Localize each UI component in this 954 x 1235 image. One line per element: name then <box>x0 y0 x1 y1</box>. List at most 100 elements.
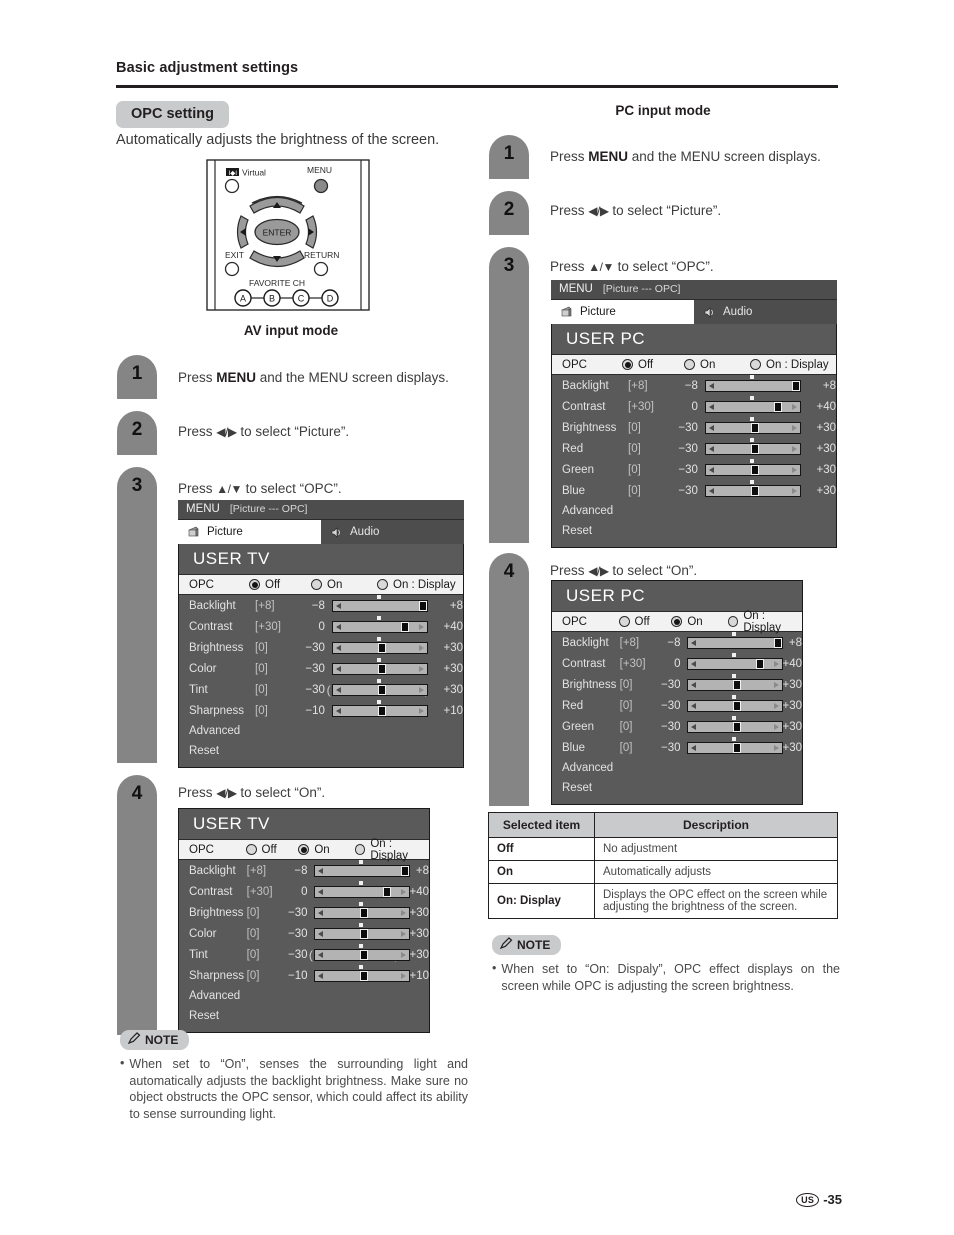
opc-option-on-display[interactable]: On : Display <box>727 610 802 634</box>
osd-advanced-item[interactable]: Advanced <box>552 758 802 778</box>
slider-right-arrow-icon[interactable] <box>792 488 798 494</box>
slider-bar[interactable] <box>332 663 429 675</box>
osd-slider-row[interactable]: Contrast [+30] 0 +40 <box>179 616 463 637</box>
opc-row[interactable]: OPC Off On On : Display <box>552 610 802 634</box>
slider-handle[interactable] <box>733 701 742 711</box>
slider-left-arrow-icon[interactable] <box>318 868 324 874</box>
tab-audio[interactable]: Audio <box>694 300 837 324</box>
osd-slider-row[interactable]: Sharpness [0] −10 +10 <box>179 965 429 986</box>
osd-reset-item[interactable]: Reset <box>179 741 463 761</box>
opc-option-on[interactable]: On <box>671 616 728 628</box>
slider-right-arrow-icon[interactable] <box>401 973 407 979</box>
opc-option-on-display[interactable]: On : Display <box>377 579 456 591</box>
radio-on-icon[interactable] <box>684 359 695 370</box>
opc-option-off[interactable]: Off <box>618 616 672 628</box>
slider-track[interactable] <box>705 438 802 459</box>
slider-track[interactable] <box>687 716 784 737</box>
osd-slider-row[interactable]: Red [0] −30 +30 <box>552 438 836 459</box>
slider-left-arrow-icon[interactable] <box>336 687 342 693</box>
slider-track[interactable] <box>314 944 411 965</box>
slider-left-arrow-icon[interactable] <box>709 404 715 410</box>
slider-bar[interactable] <box>705 443 802 455</box>
slider-handle[interactable] <box>360 950 369 960</box>
opc-option-off[interactable]: Off <box>249 579 311 591</box>
slider-track[interactable] <box>687 674 784 695</box>
slider-handle[interactable] <box>378 664 387 674</box>
slider-handle[interactable] <box>378 685 387 695</box>
osd-advanced-item[interactable]: Advanced <box>179 986 429 1006</box>
slider-right-arrow-icon[interactable] <box>419 645 425 651</box>
slider-handle[interactable] <box>756 659 765 669</box>
slider-right-arrow-icon[interactable] <box>401 889 407 895</box>
slider-right-arrow-icon[interactable] <box>419 666 425 672</box>
slider-handle[interactable] <box>751 423 760 433</box>
slider-bar[interactable] <box>332 621 429 633</box>
slider-bar[interactable] <box>314 886 411 898</box>
osd-user-tv-off[interactable]: MENU [Picture --- OPC] Picture Audio USE… <box>178 500 464 768</box>
slider-left-arrow-icon[interactable] <box>709 383 715 389</box>
osd-slider-row[interactable]: Backlight [+8] −8 +8 <box>179 595 463 616</box>
opc-row[interactable]: OPC Off On On : Display <box>179 574 463 595</box>
slider-bar[interactable] <box>687 700 784 712</box>
slider-track[interactable] <box>332 679 429 700</box>
osd-slider-row[interactable]: Sharpness [0] −10 +10 <box>179 700 463 721</box>
osd-tabs[interactable]: Picture Audio <box>178 520 464 544</box>
slider-left-arrow-icon[interactable] <box>691 745 697 751</box>
slider-right-arrow-icon[interactable] <box>792 467 798 473</box>
osd-slider-row[interactable]: Contrast [+30] 0 +40 <box>552 653 802 674</box>
slider-handle[interactable] <box>383 887 392 897</box>
slider-handle[interactable] <box>733 743 742 753</box>
slider-track[interactable] <box>705 375 802 396</box>
osd-slider-row[interactable]: Blue [0] −30 +30 <box>552 480 836 501</box>
slider-handle[interactable] <box>733 722 742 732</box>
slider-right-arrow-icon[interactable] <box>792 446 798 452</box>
osd-slider-row[interactable]: Brightness [0] −30 +30 <box>552 674 802 695</box>
slider-left-arrow-icon[interactable] <box>336 666 342 672</box>
osd-user-pc-on[interactable]: USER PC OPC Off On On : Display Backligh… <box>551 580 803 805</box>
radio-off-icon[interactable] <box>618 616 630 627</box>
slider-bar[interactable] <box>705 401 802 413</box>
radio-on-display-icon[interactable] <box>750 359 761 370</box>
radio-on-display-icon[interactable] <box>727 616 739 627</box>
osd-slider-row[interactable]: Tint[0]−30()+30 <box>179 679 463 700</box>
slider-track[interactable] <box>687 632 784 653</box>
radio-off-icon[interactable] <box>245 844 257 855</box>
osd-slider-row[interactable]: Backlight [+8] −8 +8 <box>552 375 836 396</box>
osd-slider-row[interactable]: Brightness [0] −30 +30 <box>552 417 836 438</box>
slider-right-arrow-icon[interactable] <box>401 952 407 958</box>
slider-handle[interactable] <box>733 680 742 690</box>
slider-bar[interactable] <box>705 380 802 392</box>
slider-handle[interactable] <box>419 601 428 611</box>
slider-handle[interactable] <box>401 622 410 632</box>
slider-bar[interactable] <box>314 865 411 877</box>
osd-slider-row[interactable]: Blue [0] −30 +30 <box>552 737 802 758</box>
osd-user-pc-off[interactable]: MENU [Picture --- OPC] Picture Audio USE… <box>551 280 837 548</box>
slider-left-arrow-icon[interactable] <box>336 708 342 714</box>
slider-left-arrow-icon[interactable] <box>318 973 324 979</box>
slider-bar[interactable] <box>314 907 411 919</box>
slider-left-arrow-icon[interactable] <box>318 889 324 895</box>
slider-right-arrow-icon[interactable] <box>401 910 407 916</box>
slider-left-arrow-icon[interactable] <box>691 682 697 688</box>
slider-bar[interactable] <box>687 742 784 754</box>
radio-off-icon[interactable] <box>622 359 633 370</box>
slider-bar[interactable] <box>705 422 802 434</box>
slider-left-arrow-icon[interactable] <box>709 446 715 452</box>
slider-handle[interactable] <box>360 971 369 981</box>
osd-slider-row[interactable]: Color [0] −30 +30 <box>179 923 429 944</box>
slider-bar[interactable] <box>687 679 784 691</box>
osd-user-tv-on[interactable]: USER TV OPC Off On On : Display Backligh… <box>178 808 430 1033</box>
slider-left-arrow-icon[interactable] <box>691 703 697 709</box>
slider-track[interactable] <box>705 396 802 417</box>
slider-left-arrow-icon[interactable] <box>318 931 324 937</box>
radio-on-display-icon[interactable] <box>377 579 388 590</box>
slider-right-arrow-icon[interactable] <box>401 931 407 937</box>
slider-right-arrow-icon[interactable] <box>792 404 798 410</box>
slider-handle[interactable] <box>751 444 760 454</box>
opc-option-on-display[interactable]: On : Display <box>750 359 829 371</box>
slider-bar[interactable] <box>687 658 784 670</box>
osd-slider-row[interactable]: Brightness [0] −30 +30 <box>179 902 429 923</box>
slider-handle[interactable] <box>360 929 369 939</box>
osd-reset-item[interactable]: Reset <box>552 521 836 541</box>
osd-reset-item[interactable]: Reset <box>552 778 802 798</box>
